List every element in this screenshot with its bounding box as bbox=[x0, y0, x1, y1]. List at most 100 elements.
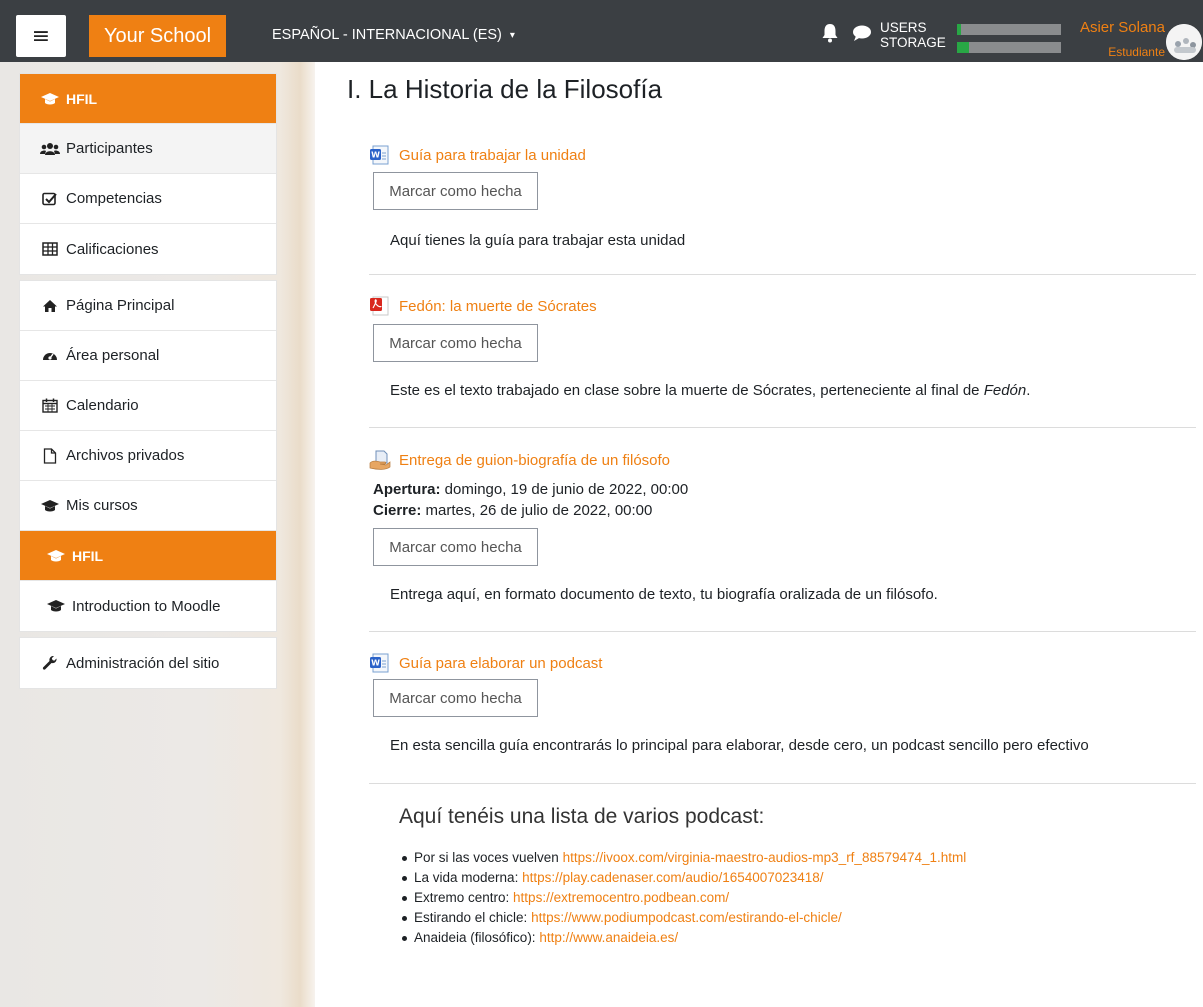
bell-icon[interactable] bbox=[821, 23, 839, 43]
dashboard-icon bbox=[40, 348, 60, 364]
sidebar-item-competencias[interactable]: Competencias bbox=[20, 174, 276, 224]
sidebar-item-label: HFIL bbox=[72, 547, 104, 564]
list-item: Por si las voces vuelven https://ivoox.c… bbox=[402, 848, 966, 868]
language-label: ESPAÑOL - INTERNACIONAL (ES) bbox=[272, 27, 502, 43]
activity-item: W Guía para elaborar un podcast Marcar c… bbox=[369, 632, 1196, 784]
mark-done-button[interactable]: Marcar como hecha bbox=[373, 679, 538, 717]
activity-description: Aquí tienes la guía para trabajar esta u… bbox=[390, 232, 686, 249]
section-title: I. La Historia de la Filosofía bbox=[347, 74, 663, 104]
description-end: . bbox=[1026, 382, 1031, 399]
caret-down-icon: ▾ bbox=[509, 29, 515, 41]
podcast-heading: Aquí tenéis una lista de varios podcast: bbox=[399, 805, 765, 828]
storage-label: STORAGE bbox=[880, 35, 946, 50]
activity-title: Entrega de guion-biografía de un filósof… bbox=[399, 451, 671, 469]
sidebar-item-area-personal[interactable]: Área personal bbox=[20, 331, 276, 381]
podcast-name: Por si las voces vuelven bbox=[414, 850, 563, 865]
sidebar-item-label: Calificaciones bbox=[66, 240, 159, 258]
sidebar-item-label: Competencias bbox=[66, 190, 162, 207]
activity-link[interactable]: Fedón: la muerte de Sócrates bbox=[369, 295, 597, 317]
podcast-link[interactable]: http://www.anaideia.es/ bbox=[539, 930, 678, 945]
activity-item: Entrega de guion-biografía de un filósof… bbox=[369, 428, 1196, 632]
sidebar-item-mis-cursos[interactable]: Mis cursos bbox=[20, 481, 276, 531]
opening-date: Apertura: domingo, 19 de junio de 2022, … bbox=[373, 479, 688, 500]
user-name-link[interactable]: Asier Solana bbox=[1080, 19, 1165, 36]
checkbox-icon bbox=[40, 191, 60, 207]
sidebar-item-archivos-privados[interactable]: Archivos privados bbox=[20, 431, 276, 481]
podcast-link[interactable]: https://play.cadenaser.com/audio/1654007… bbox=[522, 870, 823, 885]
graduation-cap-icon bbox=[40, 91, 60, 107]
podcast-name: Anaideia (filosófico): bbox=[414, 930, 540, 945]
pdf-document-icon bbox=[370, 296, 389, 316]
home-icon bbox=[40, 298, 60, 314]
opening-label: Apertura: bbox=[373, 481, 441, 498]
users-icon bbox=[40, 141, 60, 157]
mark-done-button[interactable]: Marcar como hecha bbox=[373, 172, 538, 210]
user-role: Estudiante bbox=[1108, 45, 1165, 59]
activity-title: Guía para elaborar un podcast bbox=[399, 654, 603, 672]
activity-description: En esta sencilla guía encontrarás lo pri… bbox=[390, 737, 1089, 754]
podcast-name: Estirando el chicle: bbox=[414, 910, 532, 925]
activity-link[interactable]: Entrega de guion-biografía de un filósof… bbox=[369, 449, 670, 471]
podcast-link[interactable]: https://www.podiumpodcast.com/estirando-… bbox=[531, 910, 842, 925]
usage-labels: USERS STORAGE bbox=[880, 20, 946, 50]
graduation-cap-icon bbox=[46, 598, 66, 614]
activity-item: W Guía para trabajar la unidad Marcar co… bbox=[369, 134, 1196, 275]
sidebar-item-label: Archivos privados bbox=[66, 447, 185, 464]
main-content: I. La Historia de la Filosofía W Guía pa… bbox=[315, 62, 1203, 1007]
list-item: Estirando el chicle: https://www.podiump… bbox=[402, 908, 966, 928]
sidebar-nav: HFIL Participantes Competencias Califica… bbox=[19, 73, 277, 694]
mark-done-button[interactable]: Marcar como hecha bbox=[373, 528, 538, 566]
sidebar-item-calificaciones[interactable]: Calificaciones bbox=[20, 224, 276, 274]
podcast-list: Por si las voces vuelven https://ivoox.c… bbox=[402, 848, 966, 948]
svg-text:W: W bbox=[371, 659, 380, 668]
mark-done-button[interactable]: Marcar como hecha bbox=[373, 324, 538, 362]
activity-link[interactable]: W Guía para trabajar la unidad bbox=[369, 144, 586, 166]
activity-title: Fedón: la muerte de Sócrates bbox=[399, 297, 597, 315]
graduation-cap-icon bbox=[46, 548, 66, 564]
language-menu[interactable]: ESPAÑOL - INTERNACIONAL (ES) ▾ bbox=[272, 27, 515, 43]
sidebar-item-pagina-principal[interactable]: Página Principal bbox=[20, 281, 276, 331]
sidebar-item-participantes[interactable]: Participantes bbox=[20, 124, 276, 174]
sidebar-item-hfil-current[interactable]: HFIL bbox=[20, 531, 276, 581]
activity-title: Guía para trabajar la unidad bbox=[399, 146, 586, 164]
sidebar-item-introduction-to-moodle[interactable]: Introduction to Moodle bbox=[20, 581, 276, 631]
user-avatar[interactable] bbox=[1166, 24, 1202, 60]
graduation-cap-icon bbox=[40, 498, 60, 514]
podcast-link[interactable]: https://ivoox.com/virginia-maestro-audio… bbox=[563, 850, 967, 865]
svg-text:W: W bbox=[371, 151, 380, 160]
wrench-icon bbox=[40, 655, 60, 671]
word-document-icon: W bbox=[370, 145, 389, 165]
word-document-icon: W bbox=[370, 653, 389, 673]
closing-value: martes, 26 de julio de 2022, 00:00 bbox=[421, 502, 653, 519]
calendar-icon bbox=[40, 398, 60, 414]
site-nav-group: Página Principal Área personal Calendari… bbox=[19, 280, 277, 632]
list-item: Extremo centro: https://extremocentro.po… bbox=[402, 888, 966, 908]
file-icon bbox=[40, 447, 60, 464]
storage-usage-bar bbox=[957, 42, 1061, 53]
table-icon bbox=[40, 241, 60, 257]
admin-nav-group: Administración del sitio bbox=[19, 637, 277, 689]
list-item: La vida moderna: https://play.cadenaser.… bbox=[402, 868, 966, 888]
closing-label: Cierre: bbox=[373, 502, 422, 519]
sidebar-item-label: Calendario bbox=[66, 397, 139, 414]
sidebar-item-label: HFIL bbox=[66, 90, 98, 107]
site-brand-link[interactable]: Your School bbox=[89, 15, 226, 57]
avatar-image bbox=[1166, 24, 1202, 60]
users-usage-bar bbox=[957, 24, 1061, 35]
podcast-name: Extremo centro: bbox=[414, 890, 514, 905]
storage-usage-fill bbox=[957, 42, 970, 53]
sidebar-item-course-hfil[interactable]: HFIL bbox=[20, 74, 276, 124]
chat-bubble-icon[interactable] bbox=[852, 24, 872, 42]
hamburger-menu-button[interactable]: ≡ bbox=[16, 15, 66, 57]
sidebar-item-label: Introduction to Moodle bbox=[72, 597, 221, 615]
activity-link[interactable]: W Guía para elaborar un podcast bbox=[369, 652, 602, 674]
podcast-link[interactable]: https://extremocentro.podbean.com/ bbox=[513, 890, 729, 905]
sidebar-item-label: Administración del sitio bbox=[66, 654, 220, 672]
list-item: Anaideia (filosófico): http://www.anaide… bbox=[402, 928, 966, 948]
closing-date: Cierre: martes, 26 de julio de 2022, 00:… bbox=[373, 500, 688, 521]
activity-dates: Apertura: domingo, 19 de junio de 2022, … bbox=[373, 479, 688, 521]
sidebar-item-calendario[interactable]: Calendario bbox=[20, 381, 276, 431]
sidebar-item-label: Página Principal bbox=[66, 297, 175, 314]
sidebar-item-administracion[interactable]: Administración del sitio bbox=[20, 638, 276, 688]
users-usage-fill bbox=[957, 24, 962, 35]
